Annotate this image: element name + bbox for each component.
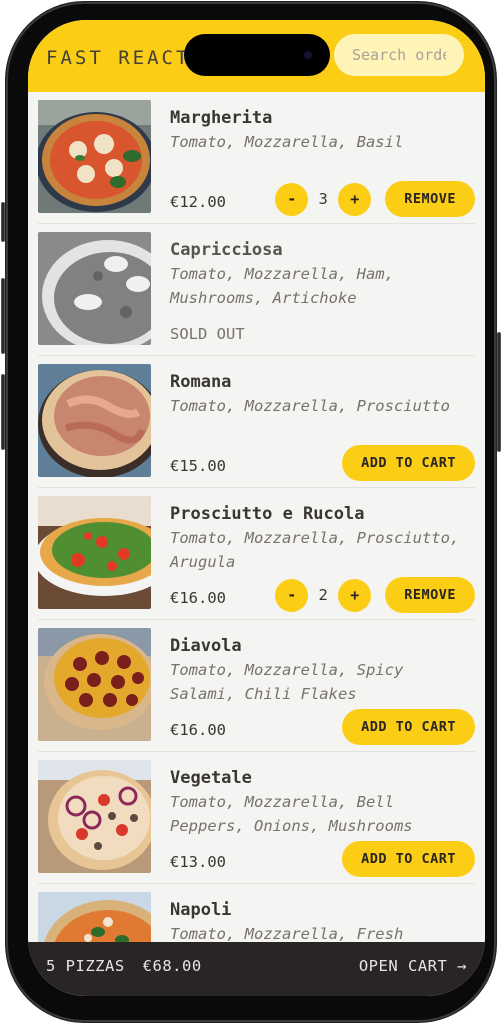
pizza-name: Vegetale [170, 768, 252, 788]
cart-total-price: €68.00 [142, 957, 202, 975]
menu-list: Margherita Tomato, Mozzarella, Basil €12… [28, 92, 485, 996]
pizza-image-capricciosa [38, 232, 151, 345]
pizza-ingredients: Tomato, Mozzarella, Spicy Salami, Chili … [170, 661, 404, 703]
app-header: FAST REACT [28, 20, 485, 92]
pizza-ingredients: Tomato, Mozzarella, Bell Peppers, Onions… [170, 793, 413, 835]
quantity-value: 3 [318, 190, 328, 208]
menu-item: Romana Tomato, Mozzarella, Prosciutto €1… [38, 356, 475, 488]
item-actions: ADD TO CART [342, 841, 475, 877]
camera-icon [304, 51, 312, 59]
brand-logo[interactable]: FAST REACT [46, 47, 190, 69]
item-actions: - 3 + REMOVE [275, 181, 475, 217]
decrease-quantity-button[interactable]: - [275, 578, 309, 612]
pizza-image-prosciutto-rucola [38, 496, 151, 609]
add-to-cart-button[interactable]: ADD TO CART [342, 709, 475, 745]
pizza-name: Margherita [170, 108, 273, 128]
pizza-image-margherita [38, 100, 151, 213]
action-button [1, 202, 5, 242]
decrease-quantity-button[interactable]: - [275, 182, 309, 216]
pizza-price: €12.00 [170, 193, 226, 211]
pizza-price: €13.00 [170, 853, 226, 871]
increase-quantity-button[interactable]: + [338, 578, 372, 612]
menu-item: Vegetale Tomato, Mozzarella, Bell Pepper… [38, 752, 475, 884]
item-actions: ADD TO CART [342, 709, 475, 745]
pizza-image-romana [38, 364, 151, 477]
pizza-ingredients: Tomato, Mozzarella, Prosciutto, Arugula [170, 529, 460, 571]
pizza-info: Diavola Tomato, Mozzarella, Spicy Salami… [151, 628, 475, 751]
volume-down-button [1, 374, 5, 450]
pizza-name: Capricciosa [170, 240, 283, 260]
pizza-ingredients: Tomato, Mozzarella, Basil [170, 133, 404, 151]
pizza-name: Prosciutto e Rucola [170, 504, 365, 524]
cart-pizza-count: 5 PIZZAS [46, 957, 125, 975]
volume-up-button [1, 278, 5, 354]
sold-out-label: SOLD OUT [170, 325, 245, 343]
pizza-price: €16.00 [170, 721, 226, 739]
pizza-info: Capricciosa Tomato, Mozzarella, Ham, Mus… [151, 232, 475, 355]
app-screen: FAST REACT Margherita Tomato, Mozzarella… [28, 20, 485, 996]
add-to-cart-button[interactable]: ADD TO CART [342, 841, 475, 877]
phone-frame: FAST REACT Margherita Tomato, Mozzarella… [1, 2, 501, 1022]
pizza-name: Romana [170, 372, 232, 392]
remove-item-button[interactable]: REMOVE [385, 181, 475, 217]
open-cart-link[interactable]: OPEN CART → [359, 957, 467, 975]
pizza-price: €15.00 [170, 457, 226, 475]
pizza-ingredients: Tomato, Mozzarella, Ham, Mushrooms, Arti… [170, 265, 394, 307]
pizza-name: Napoli [170, 900, 232, 920]
pizza-ingredients: Tomato, Mozzarella, Prosciutto [170, 397, 450, 415]
cart-overview-bar: 5 PIZZAS €68.00 OPEN CART → [28, 942, 485, 996]
pizza-price: €16.00 [170, 589, 226, 607]
pizza-info: Vegetale Tomato, Mozzarella, Bell Pepper… [151, 760, 475, 883]
item-actions: - 2 + REMOVE [275, 577, 475, 613]
menu-item: Margherita Tomato, Mozzarella, Basil €12… [38, 92, 475, 224]
pizza-name: Diavola [170, 636, 242, 656]
pizza-info: Romana Tomato, Mozzarella, Prosciutto €1… [151, 364, 475, 487]
item-actions: ADD TO CART [342, 445, 475, 481]
dynamic-island [184, 34, 330, 76]
increase-quantity-button[interactable]: + [338, 182, 372, 216]
menu-item: Capricciosa Tomato, Mozzarella, Ham, Mus… [38, 224, 475, 356]
search-order-input[interactable] [334, 34, 464, 76]
pizza-info: Prosciutto e Rucola Tomato, Mozzarella, … [151, 496, 475, 619]
power-button [497, 332, 501, 452]
quantity-value: 2 [318, 586, 328, 604]
menu-item: Prosciutto e Rucola Tomato, Mozzarella, … [38, 488, 475, 620]
cart-summary: 5 PIZZAS €68.00 [46, 957, 202, 975]
menu-item: Diavola Tomato, Mozzarella, Spicy Salami… [38, 620, 475, 752]
pizza-image-diavola [38, 628, 151, 741]
pizza-info: Margherita Tomato, Mozzarella, Basil €12… [151, 100, 475, 223]
remove-item-button[interactable]: REMOVE [385, 577, 475, 613]
pizza-image-vegetale [38, 760, 151, 873]
add-to-cart-button[interactable]: ADD TO CART [342, 445, 475, 481]
